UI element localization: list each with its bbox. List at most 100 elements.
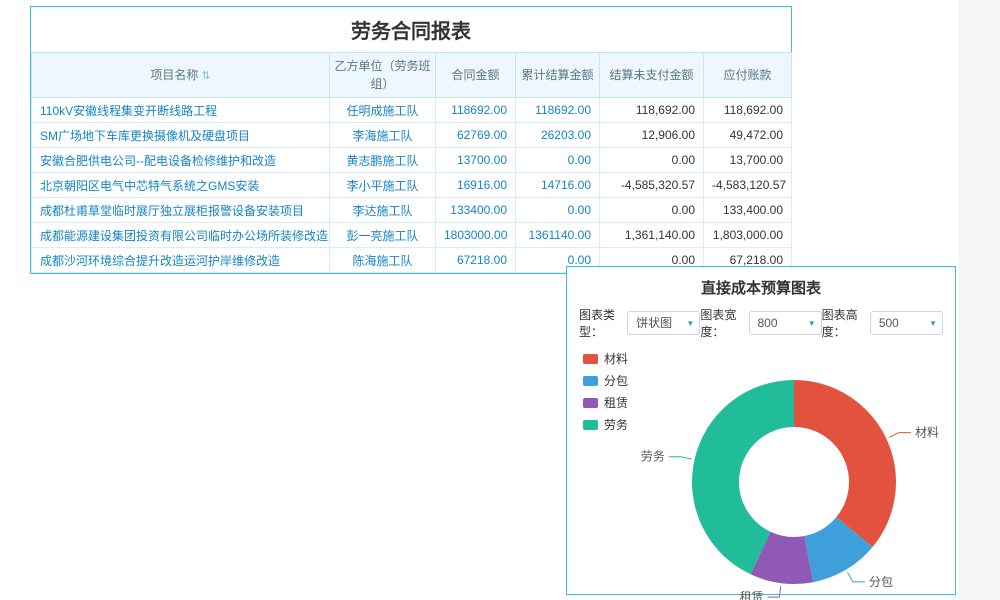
unit-cell[interactable]: 李小平施工队	[330, 173, 436, 198]
sort-icon[interactable]: ⇅	[201, 70, 210, 82]
pie-label: 分包	[869, 575, 893, 589]
unit-cell[interactable]: 李达施工队	[330, 198, 436, 223]
table-row: 成都能源建设集团投资有限公司临时办公场所装修改造工程EPC彭一亮施工队18030…	[32, 223, 792, 248]
unpaid-amount-cell: 0.00	[600, 148, 704, 173]
unpaid-amount-cell: 12,906.00	[600, 123, 704, 148]
unpaid-amount-cell: 118,692.00	[600, 98, 704, 123]
settled-amount-cell: 14716.00	[516, 173, 600, 198]
chart-type-control: 图表类型： 饼状图 ▼	[579, 306, 700, 340]
chart-height-control: 图表高度： 500 ▼	[822, 306, 943, 340]
chart-width-label: 图表宽度：	[700, 306, 745, 340]
legend-swatch	[583, 420, 598, 430]
project-name-cell[interactable]: 成都能源建设集团投资有限公司临时办公场所装修改造工程EPC	[32, 223, 330, 248]
column-header-1: 乙方单位（劳务班组）	[330, 53, 436, 98]
payable-cell: 1,803,000.00	[704, 223, 792, 248]
legend-swatch	[583, 398, 598, 408]
report-title: 劳务合同报表	[31, 7, 791, 52]
labor-report-panel: 劳务合同报表 项目名称⇅乙方单位（劳务班组）合同金额累计结算金额结算未支付金额应…	[30, 6, 792, 274]
legend-swatch	[583, 376, 598, 386]
unpaid-amount-cell: -4,585,320.57	[600, 173, 704, 198]
column-header-3: 累计结算金额	[516, 53, 600, 98]
unpaid-amount-cell: 0.00	[600, 198, 704, 223]
pie-label-line	[669, 457, 692, 459]
legend-item-租赁[interactable]: 租赁	[583, 394, 628, 411]
project-name-cell[interactable]: 成都杜甫草堂临时展厅独立展柜报警设备安装项目	[32, 198, 330, 223]
settled-amount-cell: 1361140.00	[516, 223, 600, 248]
legend-label: 劳务	[604, 416, 628, 433]
settled-amount-cell: 26203.00	[516, 123, 600, 148]
chart-legend: 材料分包租赁劳务	[583, 350, 628, 433]
legend-item-分包[interactable]: 分包	[583, 372, 628, 389]
column-header-5: 应付账款	[704, 53, 792, 98]
chart-controls: 图表类型： 饼状图 ▼ 图表宽度： 800 ▼ 图表高度： 500 ▼	[567, 306, 955, 340]
unit-cell[interactable]: 陈海施工队	[330, 248, 436, 273]
project-name-cell[interactable]: 安徽合肥供电公司--配电设备检修维护和改造	[32, 148, 330, 173]
project-name-cell[interactable]: SM广场地下车库更换摄像机及硬盘项目	[32, 123, 330, 148]
payable-cell: -4,583,120.57	[704, 173, 792, 198]
unit-cell[interactable]: 李海施工队	[330, 123, 436, 148]
legend-label: 分包	[604, 372, 628, 389]
cost-chart-panel: 直接成本预算图表 图表类型： 饼状图 ▼ 图表宽度： 800 ▼ 图表高度： 5	[566, 266, 956, 595]
chart-width-control: 图表宽度： 800 ▼	[700, 306, 821, 340]
report-header-row: 项目名称⇅乙方单位（劳务班组）合同金额累计结算金额结算未支付金额应付账款	[32, 53, 792, 98]
unit-cell[interactable]: 彭一亮施工队	[330, 223, 436, 248]
chart-type-select[interactable]: 饼状图 ▼	[627, 311, 700, 335]
labor-report-table: 项目名称⇅乙方单位（劳务班组）合同金额累计结算金额结算未支付金额应付账款 110…	[31, 52, 792, 273]
chart-width-value: 800	[758, 316, 778, 330]
page: 劳务合同报表 项目名称⇅乙方单位（劳务班组）合同金额累计结算金额结算未支付金额应…	[0, 0, 1000, 600]
contract-amount-cell: 133400.00	[436, 198, 516, 223]
contract-amount-cell: 1803000.00	[436, 223, 516, 248]
table-row: 110kV安徽线程集变开断线路工程任明成施工队118692.00118692.0…	[32, 98, 792, 123]
column-header-label: 应付账款	[723, 68, 771, 82]
column-header-label: 累计结算金额	[521, 68, 593, 82]
chart-width-select[interactable]: 800 ▼	[749, 311, 822, 335]
settled-amount-cell: 0.00	[516, 198, 600, 223]
table-row: 成都杜甫草堂临时展厅独立展柜报警设备安装项目李达施工队133400.000.00…	[32, 198, 792, 223]
column-header-4: 结算未支付金额	[600, 53, 704, 98]
settled-amount-cell: 0.00	[516, 148, 600, 173]
contract-amount-cell: 16916.00	[436, 173, 516, 198]
contract-amount-cell: 118692.00	[436, 98, 516, 123]
column-header-label: 结算未支付金额	[609, 68, 693, 82]
chart-height-select[interactable]: 500 ▼	[870, 311, 943, 335]
column-header-label: 合同金额	[451, 68, 499, 82]
chart-type-label: 图表类型：	[579, 306, 624, 340]
payable-cell: 118,692.00	[704, 98, 792, 123]
chart-type-value: 饼状图	[636, 316, 672, 330]
contract-amount-cell: 62769.00	[436, 123, 516, 148]
settled-amount-cell: 118692.00	[516, 98, 600, 123]
column-header-0[interactable]: 项目名称⇅	[32, 53, 330, 98]
pie-label-line	[889, 433, 911, 438]
unpaid-amount-cell: 1,361,140.00	[600, 223, 704, 248]
report-table-body: 110kV安徽线程集变开断线路工程任明成施工队118692.00118692.0…	[32, 98, 792, 273]
unit-cell[interactable]: 任明成施工队	[330, 98, 436, 123]
pie-slice-材料[interactable]	[794, 380, 896, 547]
legend-label: 租赁	[604, 394, 628, 411]
legend-item-材料[interactable]: 材料	[583, 350, 628, 367]
chart-area: 材料分包租赁劳务 材料分包租赁劳务	[567, 344, 955, 600]
project-name-cell[interactable]: 北京朝阳区电气中芯特气系统之GMS安装	[32, 173, 330, 198]
legend-swatch	[583, 354, 598, 364]
project-name-cell[interactable]: 110kV安徽线程集变开断线路工程	[32, 98, 330, 123]
payable-cell: 13,700.00	[704, 148, 792, 173]
project-name-cell[interactable]: 成都沙河环境综合提升改造运河护岸维修改造	[32, 248, 330, 273]
table-row: 安徽合肥供电公司--配电设备检修维护和改造黄志鹏施工队13700.000.000…	[32, 148, 792, 173]
chart-height-value: 500	[879, 316, 899, 330]
pie-label: 租赁	[739, 590, 763, 600]
contract-amount-cell: 13700.00	[436, 148, 516, 173]
contract-amount-cell: 67218.00	[436, 248, 516, 273]
page-margin	[958, 0, 1000, 600]
legend-item-劳务[interactable]: 劳务	[583, 416, 628, 433]
payable-cell: 133,400.00	[704, 198, 792, 223]
payable-cell: 49,472.00	[704, 123, 792, 148]
column-header-label: 项目名称	[150, 68, 198, 82]
pie-label-line	[847, 572, 865, 581]
pie-label: 材料	[915, 426, 939, 440]
chevron-down-icon: ▼	[929, 312, 937, 336]
legend-label: 材料	[604, 350, 628, 367]
pie-label-line	[767, 586, 780, 597]
chart-title: 直接成本预算图表	[567, 267, 955, 304]
column-header-2: 合同金额	[436, 53, 516, 98]
table-row: 北京朝阳区电气中芯特气系统之GMS安装李小平施工队16916.0014716.0…	[32, 173, 792, 198]
unit-cell[interactable]: 黄志鹏施工队	[330, 148, 436, 173]
